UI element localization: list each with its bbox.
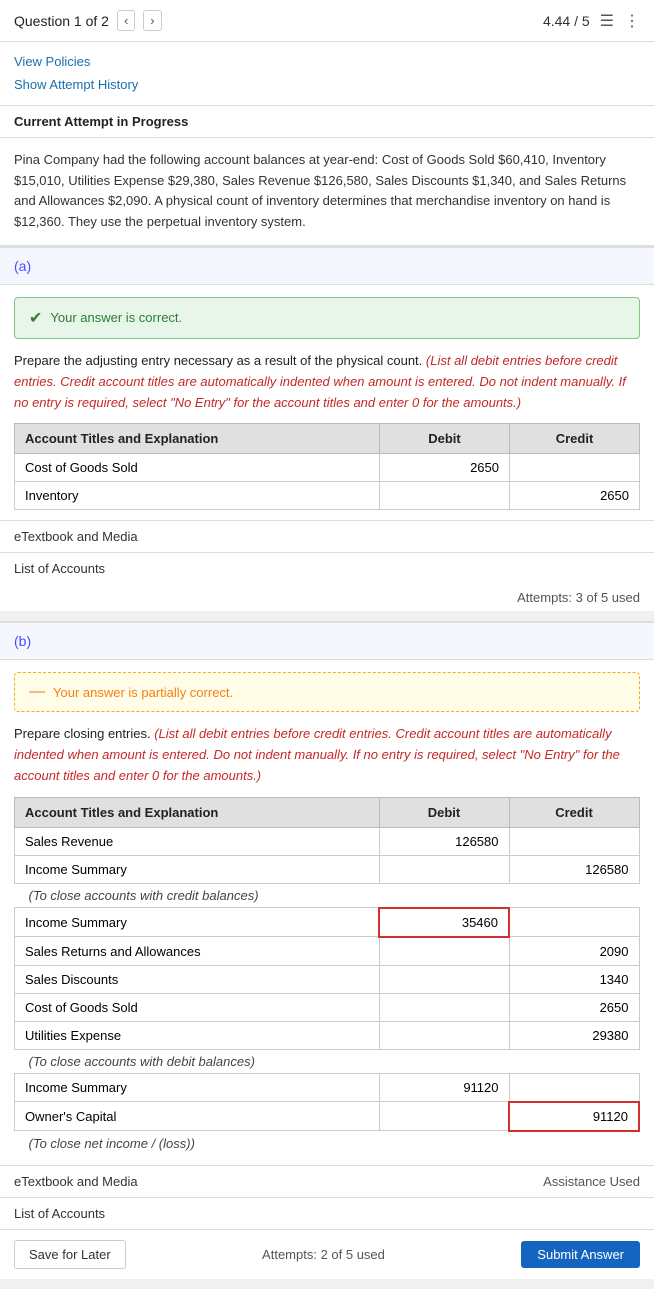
top-bar: Question 1 of 2 ‹ › 4.44 / 5 ☰ ⋮ bbox=[0, 0, 654, 42]
account-input-b-6[interactable] bbox=[21, 998, 373, 1017]
account-input-b-1[interactable] bbox=[21, 860, 373, 879]
attempts-a: Attempts: 3 of 5 used bbox=[0, 584, 654, 611]
credit-input-b-7[interactable] bbox=[516, 1026, 633, 1045]
assistance-used: Assistance Used bbox=[543, 1174, 640, 1189]
score-area: 4.44 / 5 ☰ ⋮ bbox=[543, 11, 640, 31]
col-debit-a: Debit bbox=[380, 424, 510, 454]
partial-banner: — Your answer is partially correct. bbox=[14, 672, 640, 712]
list-of-accounts-b[interactable]: List of Accounts bbox=[0, 1197, 654, 1229]
list-icon-button[interactable]: ☰ bbox=[600, 11, 614, 31]
view-policies-link[interactable]: View Policies bbox=[14, 50, 640, 73]
account-input-a-1[interactable] bbox=[21, 486, 373, 505]
part-a-instruction: Prepare the adjusting entry necessary as… bbox=[0, 351, 654, 423]
debit-input-b-0[interactable] bbox=[386, 832, 503, 851]
account-input-b-0[interactable] bbox=[21, 832, 373, 851]
part-b-header: (b) bbox=[0, 621, 654, 660]
partial-text: Your answer is partially correct. bbox=[53, 685, 233, 700]
credit-input-b-5[interactable] bbox=[516, 970, 633, 989]
check-icon: ✔ bbox=[29, 308, 42, 328]
account-input-b-3[interactable] bbox=[21, 913, 372, 932]
credit-input-b-4[interactable] bbox=[516, 942, 633, 961]
correct-text: Your answer is correct. bbox=[50, 310, 182, 325]
debit-input-b-7[interactable] bbox=[386, 1026, 503, 1045]
correct-banner: ✔ Your answer is correct. bbox=[14, 297, 640, 339]
submit-answer-button[interactable]: Submit Answer bbox=[521, 1241, 640, 1268]
credit-input-b-0[interactable] bbox=[516, 832, 633, 851]
debit-input-b-3[interactable] bbox=[386, 913, 502, 932]
credit-input-a-1[interactable] bbox=[516, 486, 633, 505]
minus-icon: — bbox=[29, 683, 45, 701]
list-of-accounts-a[interactable]: List of Accounts bbox=[0, 552, 654, 584]
col-debit-b: Debit bbox=[379, 797, 509, 827]
attempts-b: Attempts: 2 of 5 used bbox=[262, 1247, 385, 1262]
etextbook-b[interactable]: eTextbook and Media bbox=[14, 1174, 138, 1189]
col-account-b: Account Titles and Explanation bbox=[15, 797, 380, 827]
debit-input-b-9[interactable] bbox=[386, 1078, 503, 1097]
menu-icon-button[interactable]: ⋮ bbox=[624, 11, 640, 31]
credit-input-b-9[interactable] bbox=[516, 1078, 633, 1097]
credit-input-a-0[interactable] bbox=[516, 458, 633, 477]
part-a-container: (a) ✔ Your answer is correct. Prepare th… bbox=[0, 246, 654, 611]
bottom-actions: Save for Later Attempts: 2 of 5 used Sub… bbox=[0, 1229, 654, 1279]
credit-input-b-6[interactable] bbox=[516, 998, 633, 1017]
question-nav: Question 1 of 2 ‹ › bbox=[14, 10, 162, 31]
debit-input-a-1[interactable] bbox=[386, 486, 503, 505]
part-b-table-container: Account Titles and Explanation Debit Cre… bbox=[14, 797, 640, 1155]
debit-input-b-1[interactable] bbox=[386, 860, 503, 879]
debit-input-b-10[interactable] bbox=[386, 1107, 503, 1126]
part-b-table: Account Titles and Explanation Debit Cre… bbox=[14, 797, 640, 1155]
question-label: Question 1 of 2 bbox=[14, 13, 109, 29]
account-input-b-4[interactable] bbox=[21, 942, 373, 961]
account-input-b-7[interactable] bbox=[21, 1026, 373, 1045]
account-input-a-0[interactable] bbox=[21, 458, 373, 477]
account-input-b-5[interactable] bbox=[21, 970, 373, 989]
save-for-later-button[interactable]: Save for Later bbox=[14, 1240, 126, 1269]
account-input-b-10[interactable] bbox=[21, 1107, 373, 1126]
col-credit-a: Credit bbox=[510, 424, 640, 454]
part-a-header: (a) bbox=[0, 246, 654, 285]
note-row: (To close net income / (loss)) bbox=[15, 1131, 640, 1155]
note-row: (To close accounts with credit balances) bbox=[15, 883, 640, 908]
debit-input-b-4[interactable] bbox=[386, 942, 503, 961]
problem-text: Pina Company had the following account b… bbox=[0, 138, 654, 246]
note-row: (To close accounts with debit balances) bbox=[15, 1049, 640, 1073]
credit-input-b-1[interactable] bbox=[516, 860, 633, 879]
links-bar: View Policies Show Attempt History bbox=[0, 42, 654, 106]
credit-input-b-3[interactable] bbox=[516, 913, 633, 932]
debit-input-b-6[interactable] bbox=[386, 998, 503, 1017]
account-input-b-9[interactable] bbox=[21, 1078, 373, 1097]
credit-input-b-10[interactable] bbox=[516, 1107, 632, 1126]
col-account-a: Account Titles and Explanation bbox=[15, 424, 380, 454]
debit-input-b-5[interactable] bbox=[386, 970, 503, 989]
prev-button[interactable]: ‹ bbox=[117, 10, 135, 31]
etextbook-b-row: eTextbook and Media Assistance Used bbox=[0, 1165, 654, 1197]
debit-input-a-0[interactable] bbox=[386, 458, 503, 477]
part-a-table: Account Titles and Explanation Debit Cre… bbox=[14, 423, 640, 510]
col-credit-b: Credit bbox=[509, 797, 639, 827]
score-display: 4.44 / 5 bbox=[543, 13, 590, 29]
part-b-instruction: Prepare closing entries. (List all debit… bbox=[0, 724, 654, 796]
current-attempt-header: Current Attempt in Progress bbox=[0, 106, 654, 138]
part-a-table-container: Account Titles and Explanation Debit Cre… bbox=[14, 423, 640, 510]
etextbook-a[interactable]: eTextbook and Media bbox=[0, 520, 654, 552]
part-b-container: (b) — Your answer is partially correct. … bbox=[0, 621, 654, 1278]
next-button[interactable]: › bbox=[143, 10, 161, 31]
show-attempt-history-link[interactable]: Show Attempt History bbox=[14, 73, 640, 96]
